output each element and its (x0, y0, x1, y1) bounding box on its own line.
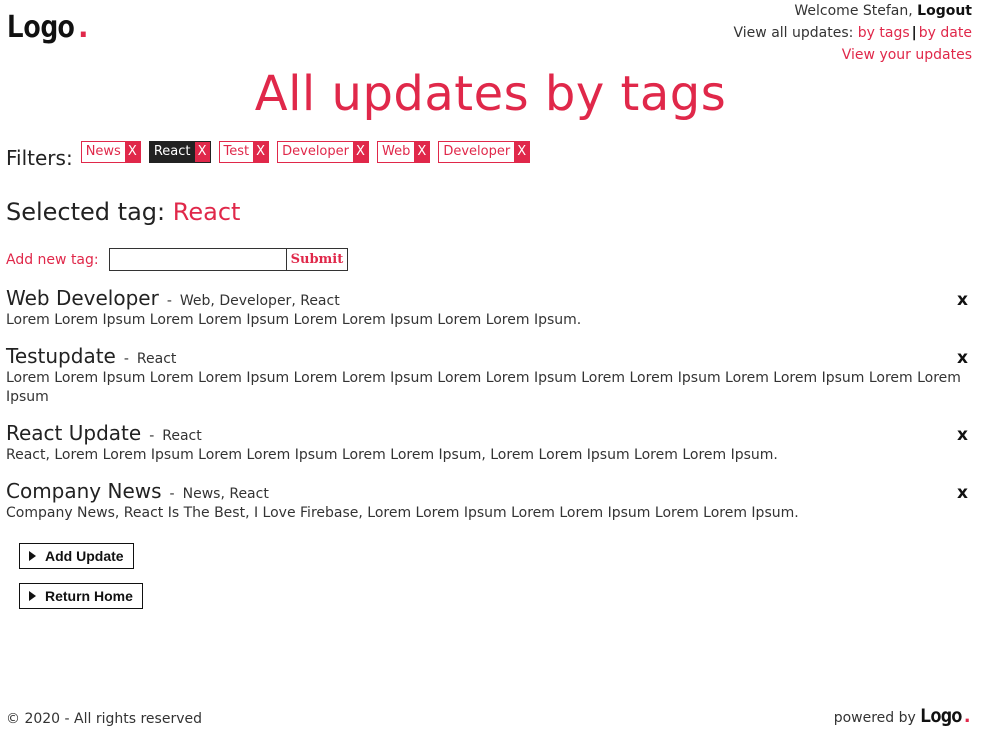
add-tag-input[interactable] (108, 248, 287, 271)
filter-chip-label[interactable]: Web (378, 142, 415, 162)
user-menu: Welcome Stefan, Logout View all updates:… (734, 0, 972, 66)
view-yours-row: View your updates (734, 44, 972, 66)
footer-powered-by: powered by Logo. (833, 705, 973, 727)
selected-tag-label: Selected tag: (6, 198, 166, 226)
remove-filter-icon[interactable]: X (253, 142, 269, 162)
remove-filter-icon[interactable]: X (514, 142, 530, 162)
remove-filter-icon[interactable]: X (194, 142, 210, 162)
by-date-link[interactable]: by date (919, 25, 972, 41)
update-title: React Update (6, 421, 142, 445)
logo-text: Logo (6, 10, 75, 45)
update-item: Company News - News, React Company News, Re… (6, 479, 974, 523)
welcome-text: Welcome Stefan, (794, 3, 913, 19)
return-home-label: Return Home (45, 588, 133, 604)
delete-update-icon[interactable]: x (957, 290, 968, 310)
footer-logo[interactable]: Logo. (919, 705, 973, 727)
filter-chip-label[interactable]: Developer (278, 142, 353, 162)
update-tags: React (136, 351, 177, 367)
add-tag-form: Add new tag: Submit (6, 248, 349, 271)
filter-chip-list: News X React X Test X Developer X Web X Developer X (80, 141, 539, 163)
filter-chip[interactable]: Developer X (277, 141, 369, 163)
delete-update-icon[interactable]: x (957, 425, 968, 445)
footer-logo-dot: . (961, 705, 973, 727)
update-tags: Web, Developer, React (179, 293, 340, 309)
filter-chip[interactable]: Test X (218, 141, 270, 163)
update-header: React Update - React (6, 421, 974, 445)
update-item: React Update - React React, Lorem Lorem Ips… (6, 421, 974, 465)
disclosure-triangle-icon (29, 591, 36, 601)
filter-chip[interactable]: Web X (377, 141, 431, 163)
filter-chip-label[interactable]: News (81, 142, 125, 162)
filters-label: Filters: (6, 146, 73, 170)
add-update-toggle[interactable]: Add Update (19, 543, 134, 569)
view-all-row: View all updates: by tags | by date (734, 22, 972, 44)
powered-by-text: powered by (833, 710, 916, 726)
updates-list: Web Developer - Web, Developer, React Lorem… (6, 286, 974, 537)
filters-bar: Filters: News X React X Test X Developer X Web X D… (6, 141, 538, 170)
update-header: Testupdate - React (6, 344, 974, 368)
update-header: Web Developer - Web, Developer, React (6, 286, 974, 310)
update-body: Lorem Lorem Ipsum Lorem Lorem Ipsum Lore… (6, 312, 582, 328)
update-dash: - (169, 486, 175, 502)
update-dash: - (166, 293, 172, 309)
disclosure-triangle-icon (29, 551, 36, 561)
view-your-updates-link[interactable]: View your updates (842, 47, 972, 63)
update-tags: React (162, 428, 202, 444)
by-tags-link[interactable]: by tags (858, 25, 910, 41)
update-item: Web Developer - Web, Developer, React Lorem… (6, 286, 974, 330)
update-body: Company News, React Is The Best, I Love … (6, 505, 799, 521)
logo-dot: . (74, 10, 92, 45)
add-tag-label: Add new tag: (6, 251, 99, 268)
logout-link[interactable]: Logout (917, 3, 972, 19)
filter-chip[interactable]: News X (80, 141, 141, 163)
remove-filter-icon[interactable]: X (414, 142, 430, 162)
selected-tag-heading: Selected tag: React (6, 198, 240, 226)
submit-button[interactable]: Submit (286, 248, 349, 271)
footer-logo-text: Logo (919, 705, 963, 727)
update-title: Testupdate (6, 344, 116, 368)
remove-filter-icon[interactable]: X (353, 142, 368, 162)
return-home-toggle[interactable]: Return Home (19, 583, 143, 609)
link-separator: | (911, 25, 917, 41)
view-all-label: View all updates: (733, 25, 854, 41)
delete-update-icon[interactable]: x (957, 348, 968, 368)
update-dash: - (149, 428, 155, 444)
footer-copyright: © 2020 - All rights reserved (6, 711, 202, 727)
filter-chip-label[interactable]: Test (219, 142, 254, 162)
filter-chip-label[interactable]: Developer (439, 142, 515, 162)
remove-filter-icon[interactable]: X (124, 142, 140, 162)
update-body: React, Lorem Lorem Ipsum Lorem Lorem Ips… (6, 447, 778, 463)
update-item: Testupdate - React Lorem Lorem Ipsum Lorem … (6, 344, 974, 407)
page-title: All updates by tags (254, 66, 727, 122)
update-title: Company News (6, 479, 162, 503)
update-header: Company News - News, React (6, 479, 974, 503)
filter-chip[interactable]: React X (148, 141, 211, 163)
filter-chip-label[interactable]: React (149, 142, 195, 162)
update-tags: News, React (182, 486, 269, 502)
update-body: Lorem Lorem Ipsum Lorem Lorem Ipsum Lore… (6, 370, 961, 405)
update-dash: - (123, 351, 129, 367)
update-title: Web Developer (6, 286, 159, 310)
logo[interactable]: Logo. (6, 10, 92, 45)
delete-update-icon[interactable]: x (957, 483, 968, 503)
selected-tag-value: React (172, 198, 241, 226)
filter-chip[interactable]: Developer X (438, 141, 531, 163)
add-update-label: Add Update (45, 548, 124, 564)
welcome-row: Welcome Stefan, Logout (734, 0, 972, 22)
